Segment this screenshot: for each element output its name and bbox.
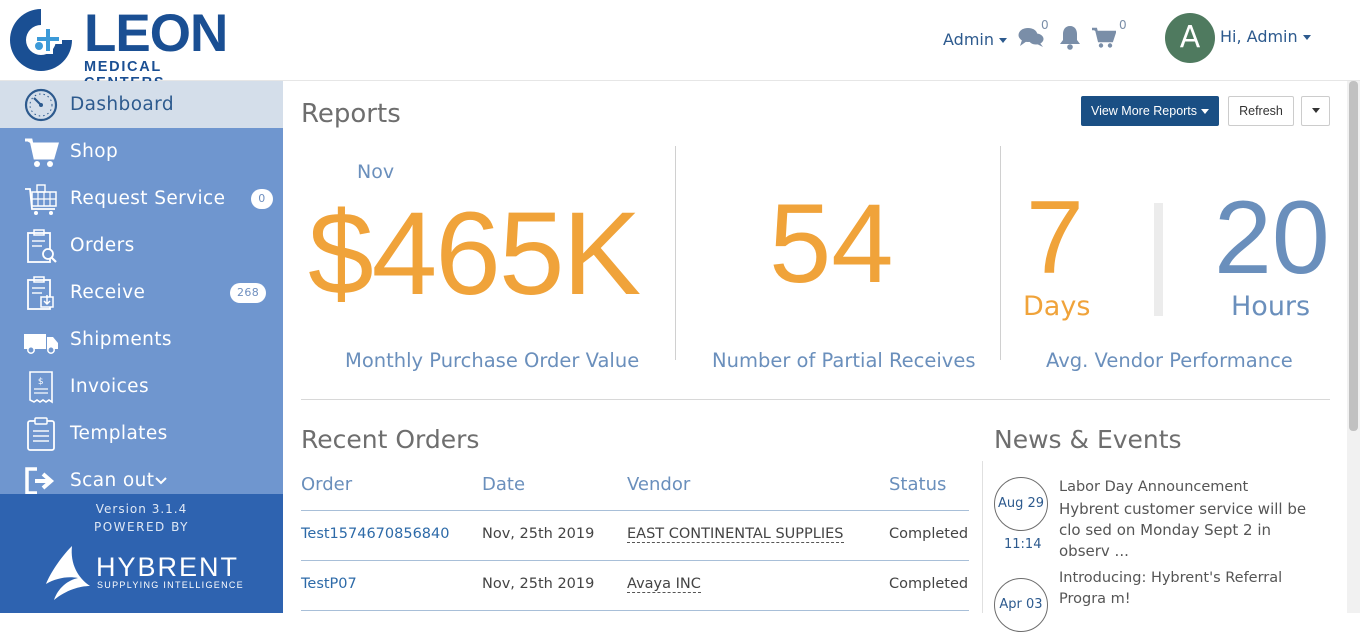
vendor-name: HYBRENT [96,552,240,582]
news-body: Hybrent customer service will be clo sed… [1059,500,1307,560]
chevron-down-icon [999,38,1007,43]
sidebar-item-label: Receive [70,282,146,303]
order-date: Nov, 25th 2019 [482,576,595,592]
section-divider [301,399,1330,400]
sidebar-item-label: Request Service [70,188,226,209]
sidebar-item-invoices[interactable]: $ Invoices [0,363,283,410]
vendor-performance-label: Avg. Vendor Performance [1046,349,1293,372]
view-more-reports-label: View More Reports [1090,104,1198,118]
sidebar-item-label: Templates [70,423,168,444]
vendor-tagline: SUPPLYING INTELLIGENCE [97,580,244,590]
chevron-down-icon [1201,109,1210,115]
scrollbar-thumb[interactable] [1349,81,1358,431]
app-version: Version 3.1.4 [95,502,188,516]
column-header-status[interactable]: Status [889,474,946,495]
main-content: Reports View More Reports Refresh Nov $4… [283,81,1360,632]
sidebar-item-label: Invoices [70,376,149,397]
view-more-reports-button[interactable]: View More Reports [1081,96,1219,126]
medical-cross-logo-icon [10,9,72,71]
vendor-days-value: 7 [1026,180,1084,296]
news-title[interactable]: Introducing: Hybrent's Referral Progra m… [1059,568,1319,610]
sidebar-item-templates[interactable]: Templates [0,410,283,457]
truck-icon [24,333,58,354]
stat-divider [675,146,676,360]
news-date-badge: Aug 29 [994,477,1048,531]
page-title: Reports [301,99,401,129]
table-header-rule [301,510,969,511]
page-scrollbar[interactable] [1347,81,1360,613]
cart-count: 0 [1119,18,1127,32]
chat-count: 0 [1041,18,1049,32]
user-greeting: Hi, Admin [1220,27,1298,46]
admin-menu-label: Admin [943,30,994,49]
cart-icon [25,138,59,167]
news-time: 11:14 [1004,537,1042,552]
sidebar-item-label: Scan out [70,470,155,491]
sidebar-item-request-service[interactable]: Request Service 0 [0,175,283,222]
sidebar-item-label: Dashboard [70,94,174,115]
order-link[interactable]: Test1574670856840 [301,526,449,542]
chevron-down-icon [155,477,167,485]
brand-logo[interactable]: LEON MEDICAL CENTERS [8,4,248,91]
partial-receives-value: 54 [769,181,894,306]
order-link[interactable]: TestP07 [301,576,357,592]
sidebar-footer: Version 3.1.4 POWERED BY HYBRENT SUPPLYI… [0,494,283,613]
vendor-hours-value: 20 [1214,180,1330,296]
po-value-label: Monthly Purchase Order Value [345,349,640,372]
top-header: LEON MEDICAL CENTERS Admin 0 0 A Hi, Adm… [0,0,1360,91]
template-icon [27,416,55,451]
chevron-down-icon [1302,35,1311,40]
admin-menu-dropdown[interactable]: Admin [943,30,1007,49]
vendor-hours-unit: Hours [1231,291,1311,322]
column-header-date[interactable]: Date [482,474,525,495]
vendor-stat-divider [1154,203,1163,316]
sidebar-item-shop[interactable]: Shop [0,128,283,175]
partial-receives-label: Number of Partial Receives [712,349,976,372]
sidebar-item-orders[interactable]: Orders [0,222,283,269]
recent-orders-title: Recent Orders [301,425,480,454]
order-date: Nov, 25th 2019 [482,526,595,542]
cart-icon[interactable] [1091,27,1116,49]
report-month: Nov [357,161,395,183]
sidebar-item-label: Shop [70,141,119,162]
svg-text:$: $ [38,377,44,387]
column-header-order[interactable]: Order [301,474,352,495]
reports-options-dropdown[interactable] [1301,96,1330,126]
service-cart-icon [25,183,57,215]
request-service-badge: 0 [251,189,273,209]
sidebar-item-dashboard[interactable]: Dashboard [0,81,283,128]
column-header-vendor[interactable]: Vendor [627,474,690,495]
news-title[interactable]: Labor Day Announcement [1059,479,1248,495]
orders-clipboard-icon [27,228,57,263]
receive-badge: 268 [230,283,267,303]
news-events-title: News & Events [994,425,1182,454]
table-row-rule [301,610,969,611]
powered-by-label: POWERED BY [93,520,189,534]
invoice-icon: $ [29,370,53,403]
stat-divider [1000,146,1001,360]
refresh-button[interactable]: Refresh [1228,96,1294,126]
news-timeline [982,461,983,613]
order-status: Completed [889,526,969,542]
chevron-down-icon [1311,108,1320,113]
sidebar: Dashboard Shop Request Service 0 Orders … [0,81,283,613]
user-menu-dropdown[interactable]: Hi, Admin [1220,27,1311,46]
order-status: Completed [889,576,969,592]
sidebar-item-label: Orders [70,235,135,256]
sidebar-item-shipments[interactable]: Shipments [0,316,283,363]
po-value: $465K [308,188,641,320]
brand-name: LEON [84,4,228,63]
receive-clipboard-icon [27,275,54,310]
hybrent-wing-logo-icon [46,546,90,600]
sidebar-item-label: Shipments [70,329,172,350]
avatar[interactable]: A [1165,13,1215,63]
order-vendor[interactable]: EAST CONTINENTAL SUPPLIES [627,526,844,543]
table-row-rule [301,560,969,561]
vendor-days-unit: Days [1023,291,1091,322]
news-date-badge: Apr 03 [994,578,1048,632]
bell-icon[interactable] [1059,25,1081,50]
dashboard-icon [24,88,58,121]
order-vendor[interactable]: Avaya INC [627,576,701,593]
sidebar-item-receive[interactable]: Receive 268 [0,269,283,316]
